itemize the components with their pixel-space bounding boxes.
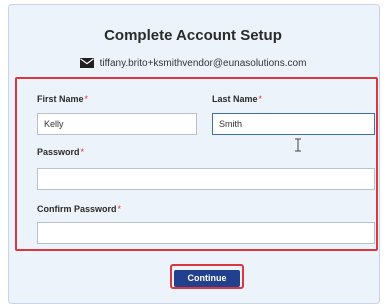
email-row: tiffany.brito+ksmithvendor@eunasolutions… (0, 58, 386, 69)
first-name-field[interactable] (37, 113, 197, 135)
envelope-icon (79, 58, 94, 68)
continue-button[interactable]: Continue (174, 269, 240, 287)
required-asterisk: * (117, 204, 122, 214)
confirm-password-label: Confirm Password* (37, 204, 122, 214)
required-asterisk: * (258, 94, 263, 104)
email-address: tiffany.brito+ksmithvendor@eunasolutions… (99, 58, 307, 69)
first-name-label: First Name* (37, 94, 89, 104)
last-name-field[interactable] (212, 113, 375, 135)
confirm-password-field[interactable] (37, 222, 375, 244)
password-label: Password* (37, 147, 85, 157)
password-field[interactable] (37, 168, 375, 190)
continue-highlight-box: Continue (170, 264, 244, 289)
last-name-label: Last Name* (212, 94, 263, 104)
page-title: Complete Account Setup (104, 27, 282, 44)
required-asterisk: * (84, 94, 89, 104)
required-asterisk: * (80, 147, 85, 157)
text-cursor-icon (295, 138, 301, 152)
